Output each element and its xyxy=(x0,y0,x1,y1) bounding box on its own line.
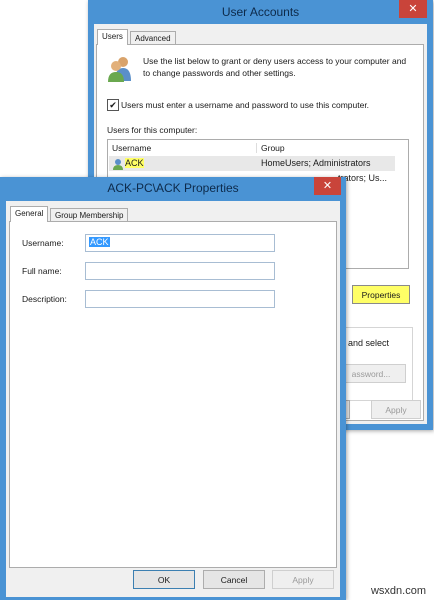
dialog-body: General Group Membership Username: ACK F… xyxy=(6,201,340,597)
user-icon xyxy=(113,159,123,170)
must-login-checkbox[interactable]: ✔ xyxy=(107,99,119,111)
users-icon xyxy=(108,57,131,82)
column-header-group[interactable]: Group xyxy=(256,143,285,153)
must-login-label: Users must enter a username and password… xyxy=(121,100,370,110)
tab-users[interactable]: Users xyxy=(97,29,128,45)
tab-general[interactable]: General xyxy=(10,206,49,222)
dialog-title: ACK-PC\ACK Properties xyxy=(107,181,239,195)
properties-button[interactable]: Properties xyxy=(352,285,410,304)
username-field[interactable]: ACK xyxy=(85,234,275,252)
properties-button-label: Properties xyxy=(361,290,401,300)
username-label: Username: xyxy=(22,238,64,248)
column-header-username[interactable]: Username xyxy=(112,143,151,153)
close-button[interactable]: ✕ xyxy=(399,0,427,18)
username-cell: ACK xyxy=(125,158,144,168)
watermark: wsxdn.com xyxy=(370,585,426,597)
apply-button[interactable]: Apply xyxy=(371,400,421,419)
general-panel: Username: ACK Full name: Description: xyxy=(9,221,337,568)
users-list-label: Users for this computer: xyxy=(107,125,198,135)
close-button[interactable]: ✕ xyxy=(314,177,341,195)
window-title: User Accounts xyxy=(221,5,300,19)
properties-window: ACK-PC\ACK Properties ✕ General Group Me… xyxy=(0,177,346,600)
reset-password-button[interactable]: assword... xyxy=(336,364,406,383)
fullname-label: Full name: xyxy=(22,266,62,276)
description-field[interactable] xyxy=(85,290,275,308)
tab-advanced[interactable]: Advanced xyxy=(130,31,176,45)
apply-button[interactable]: Apply xyxy=(272,570,334,589)
group-cell: HomeUsers; Administrators xyxy=(261,158,371,168)
password-group-text: and select xyxy=(348,338,390,348)
tab-group-membership[interactable]: Group Membership xyxy=(50,208,129,222)
username-value: ACK xyxy=(89,237,110,247)
intro-text: Use the list below to grant or deny user… xyxy=(143,56,407,78)
description-label: Description: xyxy=(22,294,67,304)
cancel-button[interactable]: Cancel xyxy=(203,570,265,589)
ok-button[interactable]: OK xyxy=(133,570,195,589)
fullname-field[interactable] xyxy=(85,262,275,280)
table-row[interactable]: ACK HomeUsers; Administrators xyxy=(109,156,395,171)
